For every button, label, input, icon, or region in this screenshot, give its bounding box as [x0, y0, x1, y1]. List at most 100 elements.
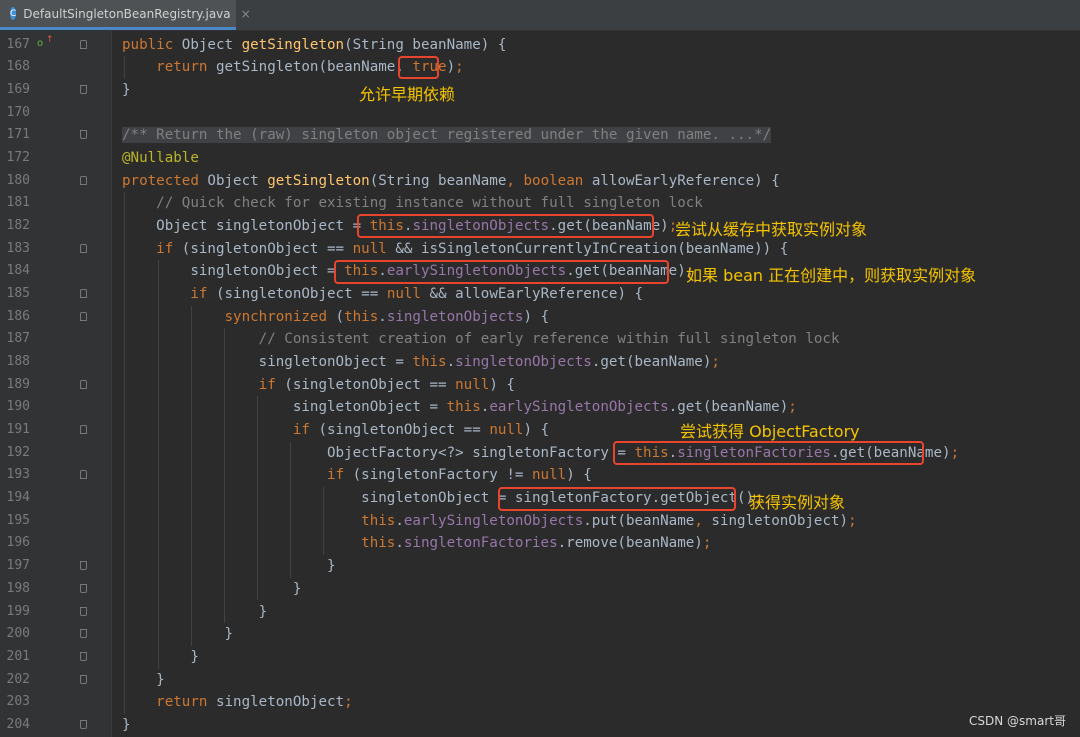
- fold-marker-icon[interactable]: [80, 651, 87, 661]
- code-line[interactable]: 199 }: [0, 601, 1080, 624]
- fold-marker-icon[interactable]: [80, 719, 87, 729]
- tab-default-singleton-bean-registry[interactable]: C DefaultSingletonBeanRegistry.java ×: [0, 0, 251, 30]
- line-number[interactable]: 171: [4, 124, 30, 147]
- code-line[interactable]: 168 return getSingleton(beanName, true);: [0, 56, 1080, 79]
- code-line[interactable]: 171 /** Return the (raw) singleton object…: [0, 124, 1080, 147]
- line-number[interactable]: 187: [4, 328, 30, 351]
- code-text: this.earlySingletonObjects.put(beanName,…: [361, 512, 857, 529]
- line-number[interactable]: 191: [4, 419, 30, 442]
- code-line[interactable]: 191 if (singletonObject == null) {: [0, 419, 1080, 442]
- code-line[interactable]: 180 protected Object getSingleton(String …: [0, 170, 1080, 193]
- code-line[interactable]: 172 @Nullable: [0, 147, 1080, 170]
- code-line[interactable]: 170: [0, 102, 1080, 125]
- code-text: synchronized (this.singletonObjects) {: [224, 308, 550, 325]
- fold-marker-icon[interactable]: [80, 561, 87, 571]
- fold-marker-icon[interactable]: [80, 130, 87, 140]
- line-number[interactable]: 183: [4, 238, 30, 261]
- indent-guide: [290, 441, 291, 578]
- code-text: }: [122, 671, 165, 688]
- override-marker-icon[interactable]: o: [37, 38, 43, 49]
- line-number[interactable]: 197: [4, 555, 30, 578]
- fold-marker-icon[interactable]: [80, 674, 87, 684]
- line-number[interactable]: 167: [4, 34, 30, 57]
- fold-marker-icon[interactable]: [80, 311, 87, 321]
- line-number[interactable]: 180: [4, 170, 30, 193]
- code-text: if (singletonObject == null && isSinglet…: [156, 240, 789, 257]
- code-text: // Quick check for existing instance wit…: [156, 195, 703, 212]
- code-text: }: [122, 558, 336, 575]
- code-line[interactable]: 195 this.earlySingletonObjects.put(beanN…: [0, 510, 1080, 533]
- fold-marker-icon[interactable]: [80, 470, 87, 480]
- line-number[interactable]: 188: [4, 351, 30, 374]
- code-line[interactable]: 186 synchronized (this.singletonObjects)…: [0, 306, 1080, 329]
- code-text: if (singletonObject == null && allowEarl…: [190, 285, 644, 302]
- line-number[interactable]: 198: [4, 578, 30, 601]
- line-number[interactable]: 169: [4, 79, 30, 102]
- line-number[interactable]: 192: [4, 442, 30, 465]
- code-line[interactable]: 185 if (singletonObject == null && allow…: [0, 283, 1080, 306]
- line-number[interactable]: 202: [4, 669, 30, 692]
- fold-marker-icon[interactable]: [80, 583, 87, 593]
- line-number[interactable]: 182: [4, 215, 30, 238]
- indent-guide: [191, 305, 192, 646]
- code-line[interactable]: 202 }: [0, 669, 1080, 692]
- code-line[interactable]: 200 }: [0, 623, 1080, 646]
- code-line[interactable]: 197 }: [0, 555, 1080, 578]
- line-number[interactable]: 185: [4, 283, 30, 306]
- code-line[interactable]: 183 if (singletonObject == null && isSin…: [0, 238, 1080, 261]
- fold-marker-icon[interactable]: [80, 425, 87, 435]
- code-line[interactable]: 201 }: [0, 646, 1080, 669]
- fold-marker-icon[interactable]: [80, 175, 87, 185]
- fold-marker-icon[interactable]: [80, 379, 87, 389]
- note-allow-early-reference: 允许早期依赖: [359, 85, 456, 104]
- code-line[interactable]: 190 singletonObject = this.earlySingleto…: [0, 396, 1080, 419]
- indent-guide: [124, 192, 125, 714]
- line-number[interactable]: 189: [4, 374, 30, 397]
- fold-marker-icon[interactable]: [80, 288, 87, 298]
- line-number[interactable]: 170: [4, 102, 30, 125]
- line-number[interactable]: 181: [4, 192, 30, 215]
- code-text: this.singletonFactories.remove(beanName)…: [361, 535, 712, 552]
- highlight-early-singleton-objects-get: [334, 260, 669, 284]
- fold-marker-icon[interactable]: [80, 606, 87, 616]
- code-text: @Nullable: [122, 149, 199, 166]
- code-line[interactable]: 204}: [0, 714, 1080, 737]
- line-number[interactable]: 172: [4, 147, 30, 170]
- fold-marker-icon[interactable]: [80, 84, 87, 94]
- line-number[interactable]: 195: [4, 510, 30, 533]
- line-number[interactable]: 190: [4, 396, 30, 419]
- line-number[interactable]: 199: [4, 601, 30, 624]
- code-line[interactable]: 181 // Quick check for existing instance…: [0, 192, 1080, 215]
- line-number[interactable]: 200: [4, 623, 30, 646]
- code-text: }: [122, 580, 302, 597]
- code-line[interactable]: 187 // Consistent creation of early refe…: [0, 328, 1080, 351]
- line-number[interactable]: 201: [4, 646, 30, 669]
- code-text: protected Object getSingleton(String bea…: [122, 172, 780, 189]
- code-line[interactable]: 196 this.singletonFactories.remove(beanN…: [0, 532, 1080, 555]
- line-number[interactable]: 196: [4, 532, 30, 555]
- line-number[interactable]: 204: [4, 714, 30, 737]
- code-text: }: [122, 81, 131, 98]
- code-line[interactable]: 167 public Object getSingleton(String bea…: [0, 34, 1080, 57]
- code-line[interactable]: 203 return singletonObject;: [0, 691, 1080, 714]
- indent-guide: [224, 328, 225, 624]
- code-line[interactable]: 193 if (singletonFactory != null) {: [0, 464, 1080, 487]
- fold-marker-icon[interactable]: [80, 39, 87, 49]
- line-number[interactable]: 193: [4, 464, 30, 487]
- code-text: // Consistent creation of early referenc…: [258, 331, 840, 348]
- line-number[interactable]: 186: [4, 306, 30, 329]
- editor-tab-bar: C DefaultSingletonBeanRegistry.java ×: [0, 0, 1080, 31]
- line-number[interactable]: 184: [4, 260, 30, 283]
- code-line[interactable]: 189 if (singletonObject == null) {: [0, 374, 1080, 397]
- line-number[interactable]: 203: [4, 691, 30, 714]
- fold-marker-icon[interactable]: [80, 243, 87, 253]
- highlight-get-object: [498, 487, 736, 511]
- line-number[interactable]: 194: [4, 487, 30, 510]
- line-number[interactable]: 168: [4, 56, 30, 79]
- code-line[interactable]: 169}: [0, 79, 1080, 102]
- override-arrow-icon: ↑: [46, 35, 54, 45]
- fold-marker-icon[interactable]: [80, 629, 87, 639]
- close-tab-icon[interactable]: ×: [241, 7, 251, 21]
- code-line[interactable]: 188 singletonObject = this.singletonObje…: [0, 351, 1080, 374]
- code-line[interactable]: 198 }: [0, 578, 1080, 601]
